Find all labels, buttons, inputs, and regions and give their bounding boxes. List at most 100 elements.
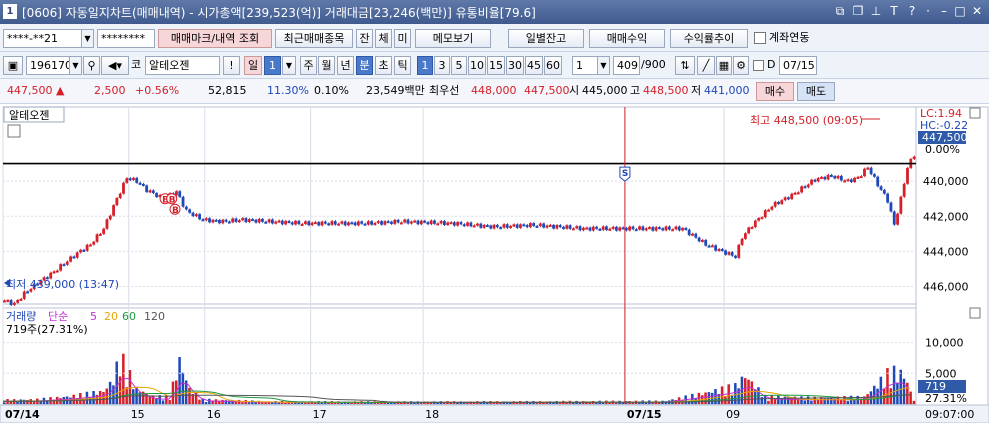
alert-button[interactable]: !	[223, 56, 240, 75]
chevron-down-icon[interactable]: ▼	[282, 56, 296, 75]
volume-bar	[208, 398, 211, 404]
candle-body	[105, 219, 109, 229]
screen-layout-icon[interactable]: ▣	[3, 56, 23, 75]
account-select[interactable]: ****-**21 ▼	[3, 29, 94, 48]
candle-body	[330, 221, 334, 225]
candle-body	[555, 225, 559, 229]
link-window-icon[interactable]: ⧉	[833, 4, 847, 19]
password-field[interactable]: ********	[97, 29, 155, 48]
memo-button[interactable]: 메모보기	[415, 29, 491, 48]
volume-bar	[803, 400, 807, 404]
interval-option[interactable]: 15	[487, 56, 505, 75]
copy-window-icon[interactable]: ❐	[851, 4, 865, 18]
stock-name-field[interactable]: 알테오젠	[145, 56, 220, 75]
grid-icon[interactable]: ▦	[716, 56, 732, 75]
candle-body	[221, 219, 225, 224]
candle-body	[863, 168, 866, 177]
pin-icon[interactable]: ⊥	[869, 4, 883, 18]
low-label: 저	[691, 84, 702, 97]
ratio-tag: 0.00%	[925, 143, 960, 156]
interval-option[interactable]: 10	[468, 56, 486, 75]
account-link-checkbox[interactable]	[754, 32, 766, 44]
d-checkbox[interactable]	[753, 60, 764, 71]
candle-body	[657, 227, 661, 230]
candle-body	[264, 221, 268, 224]
candle-body	[472, 225, 476, 228]
chevron-down-icon[interactable]: ▼	[597, 57, 609, 74]
help-icon[interactable]: ?	[905, 4, 919, 18]
volume-legend-label: 거래량	[6, 310, 36, 323]
sell-button[interactable]: 매도	[797, 82, 835, 101]
d-label: D	[767, 58, 776, 71]
unfilled-button[interactable]: 미	[394, 29, 411, 48]
candle-body	[476, 223, 479, 226]
candle-body	[347, 222, 350, 226]
interval-option[interactable]: 3	[434, 56, 450, 75]
volume-bar	[608, 402, 611, 404]
candle-body	[829, 174, 833, 177]
period-tab[interactable]: 년	[337, 56, 354, 75]
candle-body	[267, 219, 271, 223]
interval-option[interactable]: 45	[525, 56, 543, 75]
candle-body	[287, 221, 291, 224]
candle-body	[770, 206, 774, 210]
candle-body	[62, 264, 66, 267]
period-tab[interactable]: 틱	[394, 56, 411, 75]
open-label: 시	[569, 84, 580, 97]
trade-profit-button[interactable]: 매매수익	[589, 29, 665, 48]
candle-body	[9, 300, 13, 305]
chevron-down-icon[interactable]: ▼	[69, 57, 81, 74]
candle-body	[856, 176, 860, 179]
stock-code-input[interactable]: 196170 ▼	[26, 56, 82, 75]
period-tab[interactable]: 초	[375, 56, 392, 75]
candle-body	[485, 224, 489, 227]
candle-body	[141, 183, 145, 186]
candle-body	[585, 227, 589, 230]
interval-option[interactable]: 1	[417, 56, 433, 75]
close-icon[interactable]: ✕	[970, 4, 984, 18]
recent-stocks-button[interactable]: 최근매매종목	[275, 29, 353, 48]
yield-trend-button[interactable]: 수익률추이	[670, 29, 748, 48]
trade-mark-query-button[interactable]: 매매마크/내역 조회	[158, 29, 272, 48]
candle-body	[876, 176, 880, 187]
minimize-icon[interactable]: –	[937, 4, 951, 18]
candle-body	[85, 244, 89, 251]
period-tab[interactable]: 분	[356, 56, 373, 75]
text-size-icon[interactable]: T	[887, 4, 901, 18]
trade-marker-icon[interactable]: ⇅	[675, 56, 695, 75]
search-icon[interactable]: ⚲	[83, 56, 100, 75]
candle-body	[684, 227, 688, 230]
date-field[interactable]: 07/15	[779, 56, 817, 75]
candle-body	[383, 221, 387, 225]
candle-body	[641, 226, 645, 231]
price-change: 2,500	[94, 84, 126, 97]
interval-option[interactable]: 60	[544, 56, 562, 75]
volume-bar	[178, 357, 181, 404]
candle-body	[313, 222, 317, 225]
count-field[interactable]: 409	[613, 56, 640, 75]
interval-input[interactable]: 1 ▼	[572, 56, 610, 75]
period-daily-tab[interactable]: 일	[244, 56, 262, 75]
period-tab[interactable]: 월	[318, 56, 335, 75]
time-tick-label: 16	[207, 408, 221, 421]
chevron-down-icon[interactable]: ▼	[81, 30, 93, 47]
maximize-icon[interactable]: □	[953, 4, 967, 18]
interval-option[interactable]: 30	[506, 56, 524, 75]
candle-body	[783, 197, 787, 201]
balance-button[interactable]: 잔	[356, 29, 373, 48]
buy-button[interactable]: 매수	[756, 82, 794, 101]
interval-option[interactable]: 5	[451, 56, 467, 75]
period-tab[interactable]: 주	[300, 56, 317, 75]
candle-body	[277, 220, 281, 223]
price-volume-chart[interactable]: 07/14 15 16 17 18 07/15 09 09:07:00 446,000 444,0…	[0, 104, 989, 423]
period-value[interactable]: 1	[264, 56, 281, 75]
gear-icon[interactable]: ⚙	[733, 56, 749, 75]
draw-tool-icon[interactable]: ╱	[697, 56, 715, 75]
candle-body	[773, 201, 777, 207]
candle-body	[3, 300, 6, 303]
sound-icon[interactable]: ◀▾	[101, 56, 129, 75]
daily-balance-button[interactable]: 일별잔고	[508, 29, 584, 48]
candle-body	[148, 190, 152, 193]
fill-button[interactable]: 체	[375, 29, 392, 48]
candle-body	[644, 228, 648, 231]
